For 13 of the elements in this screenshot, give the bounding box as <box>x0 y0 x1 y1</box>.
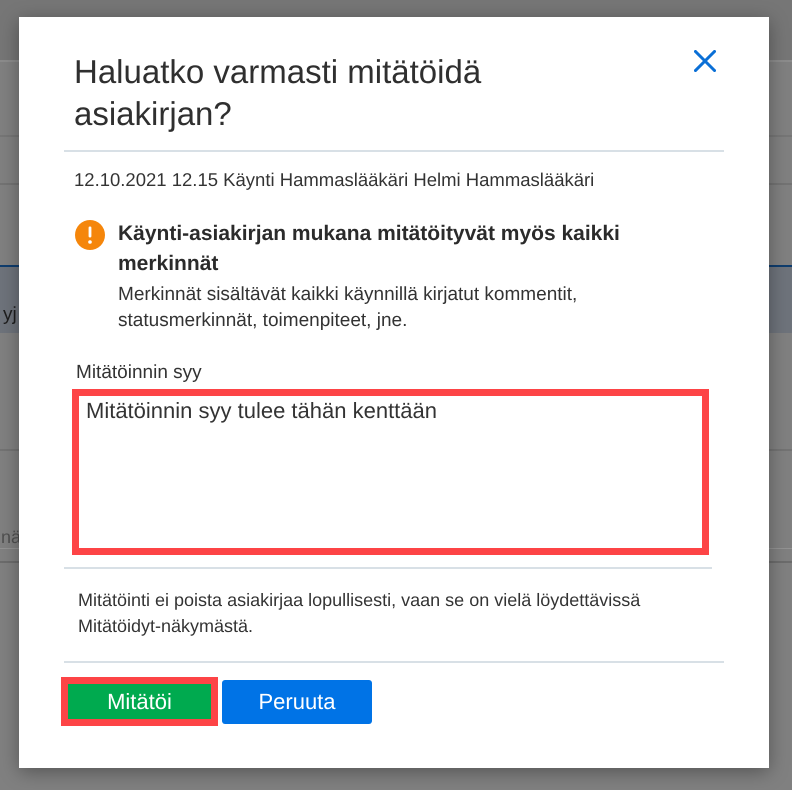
confirm-button[interactable]: Mitätöi <box>61 677 218 726</box>
row-text: yj <box>3 303 17 327</box>
close-button[interactable] <box>694 50 716 72</box>
reason-field[interactable]: Mitätöinnin syy tulee tähän kenttään <box>72 389 709 555</box>
document-info: 12.10.2021 12.15 Käynti Hammaslääkäri Helmi Hammaslääkäri <box>74 168 596 192</box>
warning-icon <box>75 220 105 250</box>
cancel-button[interactable]: Peruuta <box>222 680 372 724</box>
field-label: Mitätöinnin syy <box>76 361 202 385</box>
close-icon <box>694 50 716 72</box>
info-note: Mitätöinti ei poista asiakirjaa lopullisesti, vaan se on vielä löydettävissä Mitätöidyt-näkymästä. <box>78 589 642 638</box>
warning-title: Käynti-asiakirjan mukana mitätöityvät myös kaikki merkinnät <box>118 221 621 277</box>
warning-text: Merkinnät sisältävät kaikki käynnillä kirjatut kommentit, statusmerkinnät, toimenpiteet, jne. <box>118 283 578 333</box>
dialog-title: Haluatko varmasti mitätöidä asiakirjan? <box>74 52 482 134</box>
